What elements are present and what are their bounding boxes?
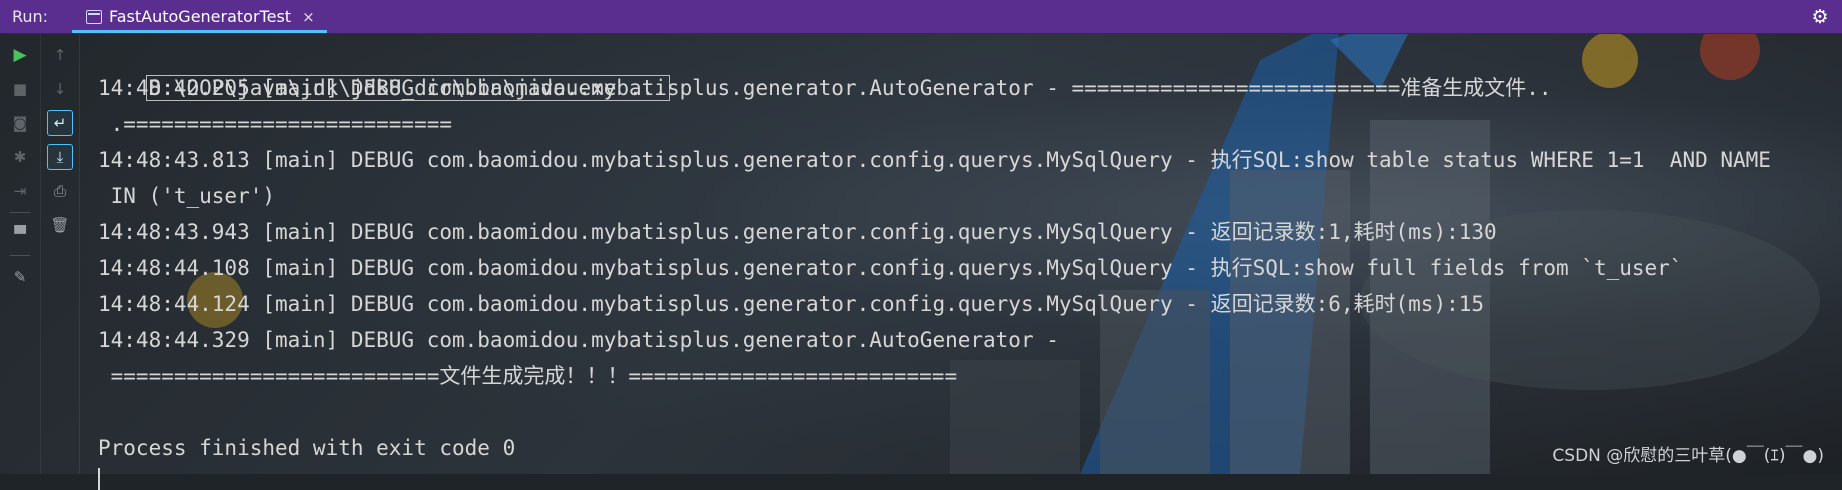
- watermark: CSDN @欣慰的三叶草(●￣(ｴ)￣●): [1552, 446, 1824, 466]
- stop-icon[interactable]: ■: [7, 76, 33, 102]
- trash-icon[interactable]: 🗑: [47, 212, 73, 238]
- console-toolbar: ↑ ↓ ↵ ⤓ ⎙ 🗑: [41, 34, 80, 474]
- exit-icon[interactable]: ⇥: [7, 178, 33, 204]
- console-output[interactable]: D:\OOP\java\jdk\jdk8_dir\bin\java.exe ..…: [98, 34, 1838, 490]
- console-line: 14:48:43.943 [main] DEBUG com.baomidou.m…: [98, 220, 1497, 244]
- run-config-icon: [86, 9, 102, 24]
- console-line: D:\OOP\java\jdk\jdk8_dir\bin\java.exe ..…: [98, 34, 670, 101]
- up-arrow-icon[interactable]: ↑: [47, 42, 73, 68]
- console-line: 14:48:44.124 [main] DEBUG com.baomidou.m…: [98, 292, 1485, 316]
- bug-icon[interactable]: ✱: [7, 144, 33, 170]
- console-line: IN ('t_user'): [98, 184, 276, 208]
- down-arrow-icon[interactable]: ↓: [47, 76, 73, 102]
- run-tool-window-header: Run: FastAutoGeneratorTest × ⚙: [0, 0, 1842, 34]
- console-line: ==========================文件生成完成！！！=====…: [98, 364, 958, 388]
- run-label: Run:: [12, 7, 49, 26]
- console-line: 14:48:43.813 [main] DEBUG com.baomidou.m…: [98, 148, 1771, 172]
- text-cursor: [98, 468, 100, 490]
- tab-title: FastAutoGeneratorTest: [109, 7, 292, 26]
- pin-icon[interactable]: ✎: [7, 264, 33, 290]
- tab-fast-auto-generator-test[interactable]: FastAutoGeneratorTest ×: [72, 0, 327, 33]
- gear-icon[interactable]: ⚙: [1810, 7, 1830, 27]
- left-toolbar: ▶ ■ ◙ ✱ ⇥ ▀ ✎: [0, 34, 41, 474]
- console-line: 14:48:42.205 [main] DEBUG com.baomidou.m…: [98, 76, 1552, 100]
- toolbar-divider: [10, 212, 30, 213]
- toolbar-divider: [10, 255, 30, 256]
- soft-wrap-icon[interactable]: ↵: [47, 110, 73, 136]
- camera-icon[interactable]: ◙: [7, 110, 33, 136]
- console-line: 14:48:44.329 [main] DEBUG com.baomidou.m…: [98, 328, 1059, 352]
- console-line: .==========================: [98, 112, 453, 136]
- console-line: Process finished with exit code 0: [98, 436, 516, 460]
- print-icon[interactable]: ⎙: [47, 178, 73, 204]
- close-tab-icon[interactable]: ×: [302, 8, 315, 26]
- scroll-to-end-icon[interactable]: ⤓: [47, 144, 73, 170]
- console-line: 14:48:44.108 [main] DEBUG com.baomidou.m…: [98, 256, 1683, 280]
- layout-icon[interactable]: ▀: [7, 221, 33, 247]
- run-icon[interactable]: ▶: [7, 42, 33, 68]
